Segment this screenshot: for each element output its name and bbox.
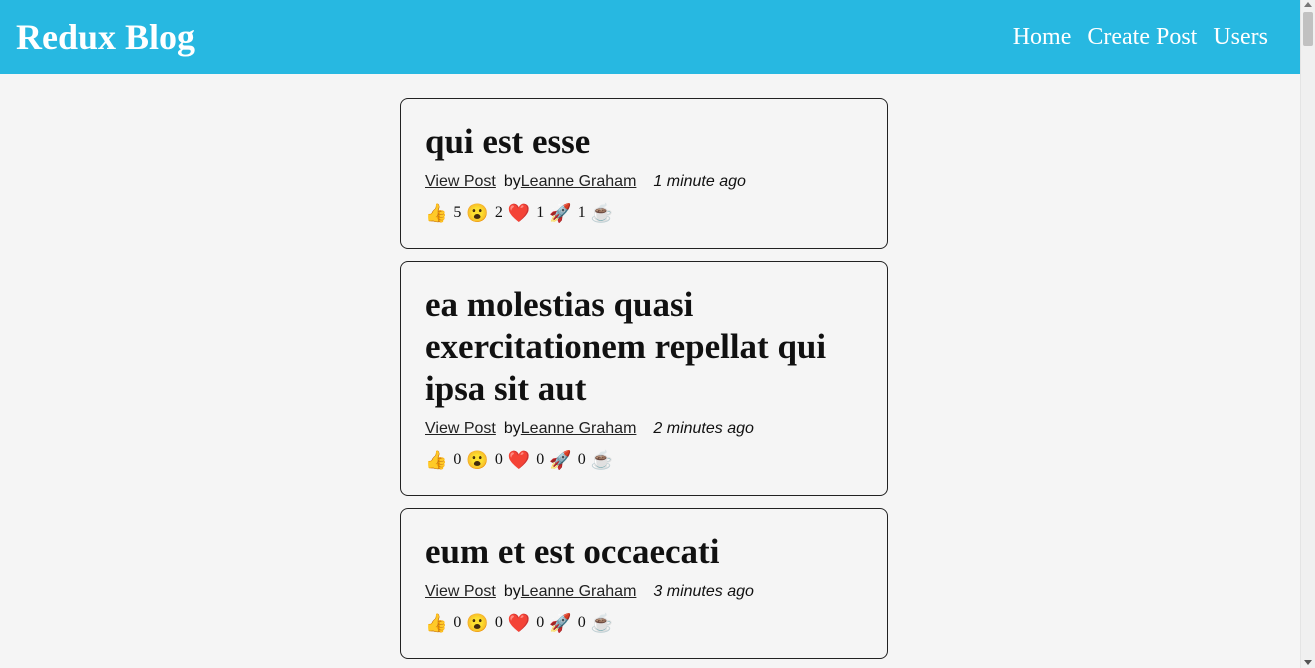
post-timestamp: 1 minute ago xyxy=(653,173,746,190)
reaction-buttons: 👍 0 😮 0 ❤️ 0 🚀 0 ☕ xyxy=(425,451,863,469)
reaction-buttons: 👍 5 😮 2 ❤️ 1 🚀 1 ☕ xyxy=(425,204,863,222)
heart-icon: ❤️ xyxy=(507,613,531,633)
wow-reaction-button[interactable]: 😮 0 xyxy=(466,614,502,632)
post-meta: View Post by Leanne Graham 3 minutes ago xyxy=(425,583,863,601)
rocket-icon: 🚀 xyxy=(549,203,572,223)
coffee-icon: ☕ xyxy=(590,450,614,470)
thumbs-up-icon: 👍 xyxy=(425,450,448,470)
wow-icon: 😮 xyxy=(466,613,489,633)
main-nav: Home Create Post Users xyxy=(1013,24,1268,51)
thumbs-up-count: 0 xyxy=(453,614,462,631)
reaction-buttons: 👍 0 😮 0 ❤️ 0 🚀 0 ☕ xyxy=(425,614,863,632)
rocket-count: 0 xyxy=(577,451,586,468)
wow-icon: 😮 xyxy=(466,203,489,223)
heart-count: 0 xyxy=(536,614,545,631)
rocket-count: 1 xyxy=(577,204,586,221)
post-card: qui est esse View Post by Leanne Graham … xyxy=(400,98,888,249)
author-link[interactable]: Leanne Graham xyxy=(521,173,637,191)
coffee-reaction-button[interactable]: ☕ xyxy=(591,204,619,222)
thumbs-up-reaction-button[interactable]: 👍 0 xyxy=(425,614,461,632)
scroll-up-arrow-icon[interactable] xyxy=(1304,2,1312,7)
heart-icon: ❤️ xyxy=(507,450,531,470)
author-link[interactable]: Leanne Graham xyxy=(521,583,637,601)
thumbs-up-icon: 👍 xyxy=(425,203,448,223)
author-link[interactable]: Leanne Graham xyxy=(521,420,637,438)
author-prefix: by xyxy=(503,420,521,437)
heart-reaction-button[interactable]: ❤️ 0 xyxy=(508,451,544,469)
post-title: eum et est occaecati xyxy=(425,532,720,571)
post-card: ea molestias quasi exercitationem repell… xyxy=(400,261,888,496)
wow-count: 2 xyxy=(494,204,503,221)
post-timestamp: 2 minutes ago xyxy=(653,420,754,437)
coffee-icon: ☕ xyxy=(590,203,614,223)
author-prefix: by xyxy=(503,583,521,600)
wow-count: 0 xyxy=(494,614,503,631)
author-prefix: by xyxy=(503,173,521,190)
wow-reaction-button[interactable]: 😮 0 xyxy=(466,451,502,469)
rocket-icon: 🚀 xyxy=(549,613,572,633)
thumbs-up-reaction-button[interactable]: 👍 5 xyxy=(425,204,461,222)
heart-reaction-button[interactable]: ❤️ 0 xyxy=(508,614,544,632)
coffee-reaction-button[interactable]: ☕ xyxy=(591,451,619,469)
app-header: Redux Blog Home Create Post Users xyxy=(0,0,1300,74)
post-meta: View Post by Leanne Graham 2 minutes ago xyxy=(425,420,863,438)
heart-reaction-button[interactable]: ❤️ 1 xyxy=(508,204,544,222)
thumbs-up-count: 5 xyxy=(453,204,462,221)
rocket-reaction-button[interactable]: 🚀 0 xyxy=(549,451,585,469)
view-post-link[interactable]: View Post xyxy=(425,583,496,601)
heart-icon: ❤️ xyxy=(507,203,531,223)
wow-reaction-button[interactable]: 😮 2 xyxy=(466,204,502,222)
scrollbar-thumb[interactable] xyxy=(1303,12,1313,46)
thumbs-up-icon: 👍 xyxy=(425,613,448,633)
thumbs-up-reaction-button[interactable]: 👍 0 xyxy=(425,451,461,469)
posts-list: qui est esse View Post by Leanne Graham … xyxy=(400,98,888,668)
scroll-down-arrow-icon[interactable] xyxy=(1304,660,1312,665)
wow-icon: 😮 xyxy=(466,450,489,470)
post-meta: View Post by Leanne Graham 1 minute ago xyxy=(425,173,863,191)
page: Redux Blog Home Create Post Users qui es… xyxy=(0,0,1300,668)
vertical-scrollbar[interactable] xyxy=(1300,0,1315,668)
view-post-link[interactable]: View Post xyxy=(425,420,496,438)
nav-users-link[interactable]: Users xyxy=(1213,24,1268,51)
nav-create-post-link[interactable]: Create Post xyxy=(1087,24,1197,51)
heart-count: 0 xyxy=(536,451,545,468)
rocket-reaction-button[interactable]: 🚀 1 xyxy=(549,204,585,222)
rocket-reaction-button[interactable]: 🚀 0 xyxy=(549,614,585,632)
coffee-reaction-button[interactable]: ☕ xyxy=(591,614,619,632)
post-timestamp: 3 minutes ago xyxy=(653,583,754,600)
nav-home-link[interactable]: Home xyxy=(1013,24,1072,51)
post-card: eum et est occaecati View Post by Leanne… xyxy=(400,508,888,659)
app-title: Redux Blog xyxy=(16,17,196,57)
post-title: qui est esse xyxy=(425,122,591,161)
view-post-link[interactable]: View Post xyxy=(425,173,496,191)
post-title: ea molestias quasi exercitationem repell… xyxy=(425,285,827,408)
rocket-count: 0 xyxy=(577,614,586,631)
wow-count: 0 xyxy=(494,451,503,468)
coffee-icon: ☕ xyxy=(590,613,614,633)
thumbs-up-count: 0 xyxy=(453,451,462,468)
rocket-icon: 🚀 xyxy=(549,450,572,470)
heart-count: 1 xyxy=(536,204,545,221)
